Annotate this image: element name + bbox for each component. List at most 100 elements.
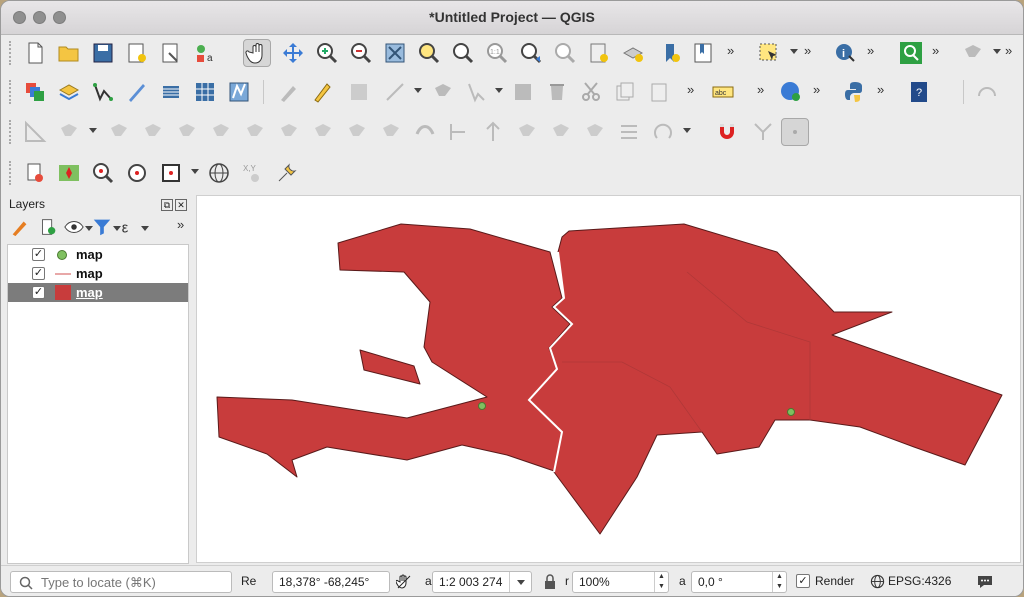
metasearch-icon[interactable] bbox=[777, 78, 805, 106]
offset-point-symbols-icon[interactable] bbox=[513, 118, 541, 146]
messages-icon[interactable] bbox=[976, 573, 994, 592]
pan-to-selection-icon[interactable] bbox=[279, 39, 307, 67]
new-bookmark-icon[interactable] bbox=[657, 39, 685, 67]
current-edits-icon[interactable] bbox=[275, 78, 303, 106]
new-map-view-icon[interactable] bbox=[585, 39, 613, 67]
add-group-icon[interactable] bbox=[37, 216, 59, 238]
crs-label[interactable]: EPSG:4326 bbox=[888, 574, 951, 588]
rotation-spinbox[interactable]: 0,0 ° ▲ ▼ bbox=[691, 571, 787, 593]
stepper-arrows-icon[interactable]: ▲ ▼ bbox=[772, 572, 786, 592]
globe-icon[interactable] bbox=[205, 159, 233, 187]
close-panel-icon[interactable]: ✕ bbox=[175, 199, 187, 211]
snapping-mode-icon[interactable] bbox=[781, 118, 809, 146]
map-canvas[interactable] bbox=[196, 195, 1021, 563]
stepper-arrows-icon[interactable]: ▲ ▼ bbox=[654, 572, 668, 592]
add-raster-layer-icon[interactable] bbox=[191, 78, 219, 106]
cut-features-icon[interactable] bbox=[577, 78, 605, 106]
delete-ring-icon[interactable] bbox=[207, 118, 235, 146]
identify-features-icon[interactable]: i bbox=[831, 39, 859, 67]
rotate-point-symbols-icon[interactable] bbox=[479, 118, 507, 146]
trim-extend-icon[interactable] bbox=[547, 118, 575, 146]
lock-scale-icon[interactable] bbox=[543, 574, 557, 593]
pan-map-icon[interactable] bbox=[243, 39, 271, 67]
coordinate-field[interactable]: 18,378° -68,245° bbox=[272, 571, 390, 593]
reverse-line-icon[interactable] bbox=[581, 118, 609, 146]
layer-row-point[interactable]: ✓ map bbox=[8, 245, 188, 264]
locator-bar[interactable]: Type to locate (⌘K) bbox=[10, 571, 232, 593]
toolbar-overflow-icon[interactable]: » bbox=[687, 82, 694, 97]
add-ring-dropdown-icon[interactable] bbox=[89, 128, 97, 133]
zoom-in-icon[interactable] bbox=[313, 39, 341, 67]
crs-globe-icon[interactable] bbox=[870, 574, 885, 592]
modify-dropdown-icon[interactable] bbox=[495, 88, 503, 93]
zoom-native-resolution-icon[interactable]: 1:1 bbox=[483, 39, 511, 67]
fill-ring-icon[interactable] bbox=[173, 118, 201, 146]
chevron-down-icon[interactable] bbox=[509, 572, 531, 592]
zoom-last-icon[interactable] bbox=[517, 39, 545, 67]
zoom-out-icon[interactable] bbox=[347, 39, 375, 67]
new-layer-icon[interactable] bbox=[55, 78, 83, 106]
digitize-dropdown-icon[interactable] bbox=[993, 49, 1001, 54]
snapping-magnet-icon[interactable] bbox=[713, 118, 741, 146]
rotate-dropdown-icon[interactable] bbox=[683, 128, 691, 133]
georeferencer-icon[interactable] bbox=[21, 159, 49, 187]
style-manager-icon[interactable]: a bbox=[191, 39, 219, 67]
render-checkbox[interactable]: ✓ bbox=[796, 574, 810, 588]
toggle-editing-icon[interactable] bbox=[309, 78, 337, 106]
rotate-feature-icon[interactable] bbox=[649, 118, 677, 146]
delete-icon[interactable] bbox=[543, 78, 571, 106]
visibility-eye-icon[interactable] bbox=[63, 216, 85, 238]
copy-features-icon[interactable] bbox=[611, 78, 639, 106]
save-layer-edits-icon[interactable] bbox=[345, 78, 373, 106]
toolbar-overflow-icon[interactable]: » bbox=[804, 43, 811, 58]
toolbar-overflow-icon[interactable]: » bbox=[727, 43, 734, 58]
add-ring-icon[interactable] bbox=[55, 118, 83, 146]
merge-attributes-icon[interactable] bbox=[445, 118, 473, 146]
panel-overflow-icon[interactable]: » bbox=[177, 217, 184, 232]
layer-row-line[interactable]: ✓ map bbox=[8, 264, 188, 283]
split-features-icon[interactable] bbox=[343, 118, 371, 146]
locator-search-icon[interactable] bbox=[897, 39, 925, 67]
zoom-to-selection-icon[interactable] bbox=[415, 39, 443, 67]
scale-combobox[interactable]: 1:2 003 274 bbox=[432, 571, 532, 593]
python-console-icon[interactable] bbox=[841, 78, 869, 106]
snapping-type-icon[interactable] bbox=[749, 118, 777, 146]
layer-row-polygon[interactable]: ✓ map bbox=[8, 283, 188, 302]
data-source-manager-icon[interactable] bbox=[21, 78, 49, 106]
layout-manager-icon[interactable] bbox=[157, 39, 185, 67]
open-project-icon[interactable] bbox=[55, 39, 83, 67]
plugin-tool-icon[interactable] bbox=[973, 78, 1001, 106]
zoom-point-icon[interactable] bbox=[89, 159, 117, 187]
simplify-icon[interactable] bbox=[105, 118, 133, 146]
reshape-icon[interactable] bbox=[275, 118, 303, 146]
add-part-icon[interactable] bbox=[139, 118, 167, 146]
toggle-extents-icon[interactable] bbox=[395, 574, 412, 593]
add-mesh-layer-icon[interactable] bbox=[225, 78, 253, 106]
digitize-tools-icon[interactable] bbox=[959, 39, 987, 67]
add-delimited-text-icon[interactable] bbox=[123, 78, 151, 106]
offset-curve-icon[interactable] bbox=[309, 118, 337, 146]
add-spatialite-icon[interactable] bbox=[157, 78, 185, 106]
paste-features-icon[interactable] bbox=[645, 78, 673, 106]
zoom-to-layer-icon[interactable] bbox=[449, 39, 477, 67]
expression-dropdown-icon[interactable] bbox=[141, 226, 149, 231]
coordinate-capture-icon[interactable]: X,Y bbox=[239, 159, 267, 187]
toolbar-overflow-icon[interactable]: » bbox=[813, 82, 820, 97]
measure-tool-icon[interactable] bbox=[21, 118, 49, 146]
help-icon[interactable]: ? bbox=[905, 78, 933, 106]
layer-visibility-checkbox[interactable]: ✓ bbox=[32, 286, 45, 299]
save-project-icon[interactable] bbox=[89, 39, 117, 67]
toolbar-overflow-icon[interactable]: » bbox=[1005, 43, 1012, 58]
filter-icon[interactable] bbox=[91, 216, 113, 238]
style-panel-icon[interactable] bbox=[9, 216, 31, 238]
toolbar-overflow-icon[interactable]: » bbox=[877, 82, 884, 97]
select-point-icon[interactable] bbox=[157, 159, 185, 187]
processing-tools-icon[interactable] bbox=[273, 159, 301, 187]
toolbar-overflow-icon[interactable]: » bbox=[932, 43, 939, 58]
show-bookmarks-icon[interactable] bbox=[689, 39, 717, 67]
layer-visibility-checkbox[interactable]: ✓ bbox=[32, 248, 45, 261]
delete-selected-icon[interactable] bbox=[509, 78, 537, 106]
layer-visibility-checkbox[interactable]: ✓ bbox=[32, 267, 45, 280]
add-vector-layer-icon[interactable] bbox=[89, 78, 117, 106]
new-project-icon[interactable] bbox=[21, 39, 49, 67]
